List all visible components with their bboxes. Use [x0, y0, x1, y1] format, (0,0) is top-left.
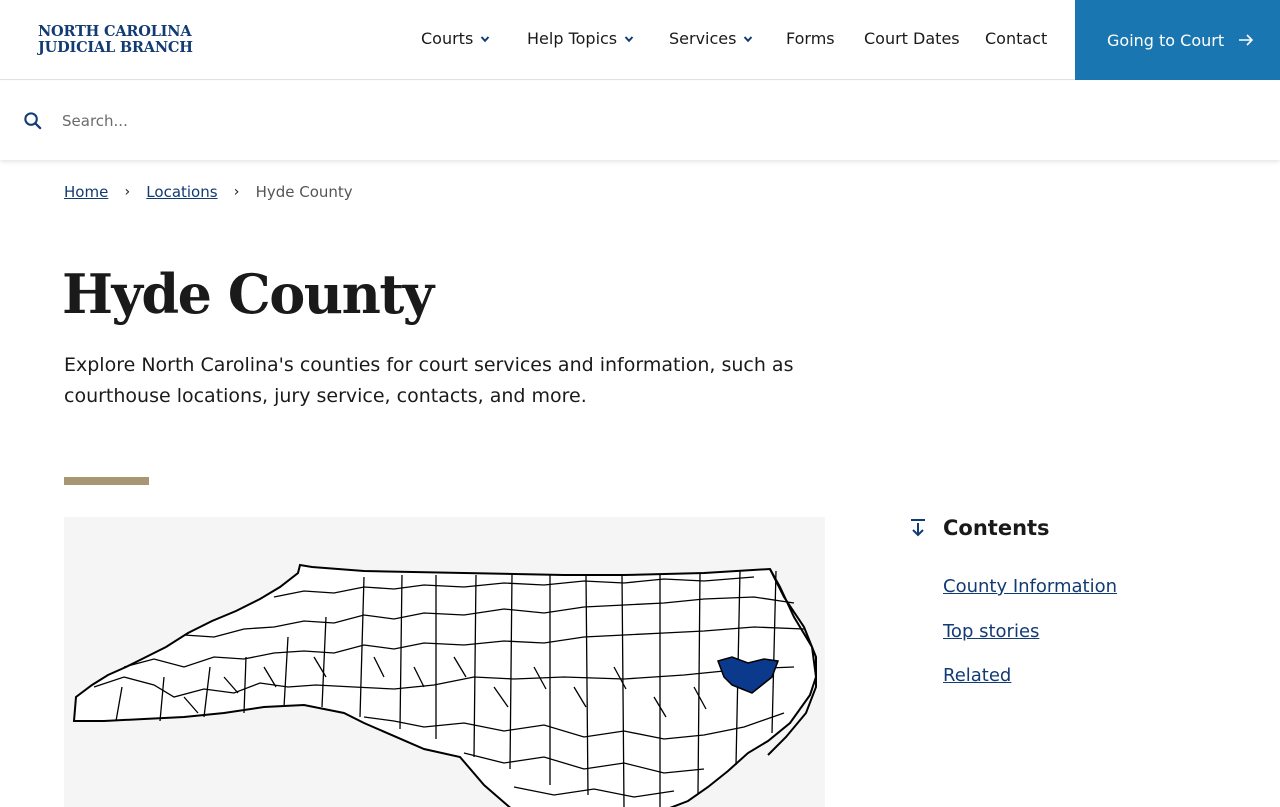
- nav-help-topics-label: Help Topics: [527, 29, 618, 48]
- nav-court-dates[interactable]: Court Dates: [864, 29, 960, 48]
- county-map: [64, 517, 825, 807]
- arrow-down-to-line-icon: [911, 519, 925, 537]
- going-to-court-label: Going to Court: [1107, 30, 1225, 50]
- accent-divider: [64, 477, 149, 485]
- contents-link-county-information[interactable]: County Information: [943, 576, 1117, 597]
- chevron-down-icon: [481, 35, 490, 42]
- breadcrumb-separator-icon: ›: [233, 184, 240, 200]
- page-title: Hyde County: [62, 262, 434, 326]
- nav-courts[interactable]: Courts: [421, 29, 490, 48]
- page-intro: Explore North Carolina's counties for co…: [64, 354, 794, 407]
- contents-item: Related: [943, 665, 1117, 710]
- nav-contact-label: Contact: [985, 29, 1048, 48]
- chevron-down-icon: [744, 35, 753, 42]
- search-icon[interactable]: [23, 111, 42, 130]
- nav-court-dates-label: Court Dates: [864, 29, 960, 48]
- site-header: NORTH CAROLINA JUDICIAL BRANCH Courts He…: [0, 0, 1280, 80]
- nav-services-label: Services: [669, 29, 737, 48]
- arrow-right-icon: [1239, 34, 1254, 46]
- contents-item: Top stories: [943, 621, 1117, 666]
- breadcrumb-separator-icon: ›: [124, 184, 131, 200]
- nav-contact[interactable]: Contact: [985, 29, 1047, 48]
- nav-forms[interactable]: Forms: [786, 29, 835, 48]
- state-outline: [72, 563, 818, 807]
- search-input[interactable]: [62, 105, 1242, 137]
- breadcrumb-locations[interactable]: Locations: [146, 183, 217, 201]
- chevron-down-icon: [624, 35, 634, 42]
- nav-courts-label: Courts: [421, 29, 474, 48]
- contents-list: County Information Top stories Related: [943, 576, 1117, 710]
- breadcrumb: Home › Locations › Hyde County: [64, 183, 353, 201]
- contents-header: Contents: [909, 516, 1050, 540]
- nav-services[interactable]: Services: [669, 29, 753, 48]
- contents-link-related[interactable]: Related: [943, 665, 1011, 686]
- breadcrumb-current: Hyde County: [255, 183, 353, 201]
- nav-forms-label: Forms: [786, 29, 835, 48]
- contents-item: County Information: [943, 576, 1117, 621]
- nav-help-topics[interactable]: Help Topics: [527, 29, 634, 48]
- search-bar: [0, 81, 1280, 160]
- contents-title: Contents: [943, 516, 1050, 540]
- north-carolina-map-graphic: [72, 563, 818, 807]
- contents-link-top-stories[interactable]: Top stories: [943, 621, 1039, 642]
- going-to-court-button[interactable]: Going to Court: [1075, 0, 1280, 80]
- breadcrumb-home[interactable]: Home: [64, 183, 108, 201]
